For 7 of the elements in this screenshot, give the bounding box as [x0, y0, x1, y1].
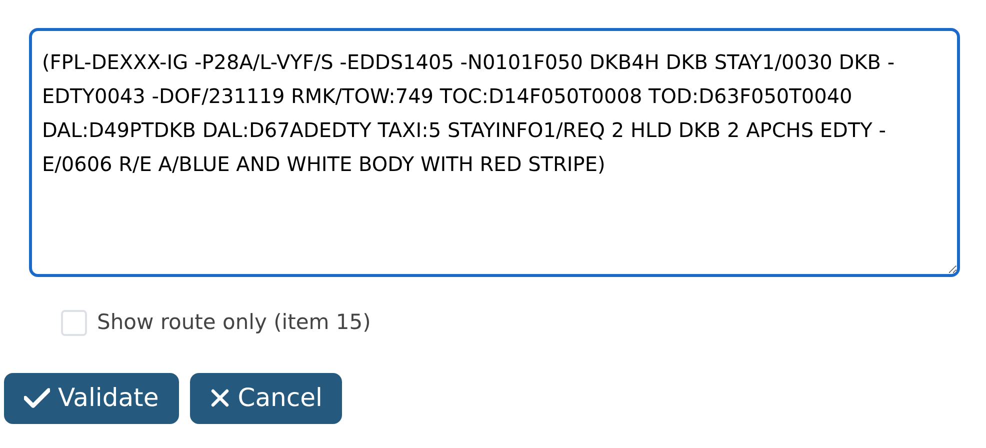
flight-plan-field[interactable]: (FPL-DEXXX-IG -P28A/L-VYF/S -EDDS1405 -N0101F050 DKB4H DKB STAY1/0030 DKB -EDTY0043 -DOF/231119 RMK/TOW:749 TOC:D14F050T0008 TOD:D63F050T0040 DAL:D49PTDKB DAL:D67ADEDTY TAXI:5 STAYINFO1/REQ 2 HLD DKB 2 APCHS EDTY -E/0606 R/E A/BLUE AND WHITE BODY WITH RED STRIPE) — [29, 28, 960, 277]
route-only-checkbox[interactable] — [61, 310, 87, 336]
check-icon — [24, 386, 50, 408]
cancel-button[interactable]: Cancel — [190, 372, 342, 424]
validate-button[interactable]: Validate — [4, 372, 179, 424]
route-only-label: Show route only (item 15) — [97, 309, 371, 336]
close-icon — [210, 388, 230, 408]
